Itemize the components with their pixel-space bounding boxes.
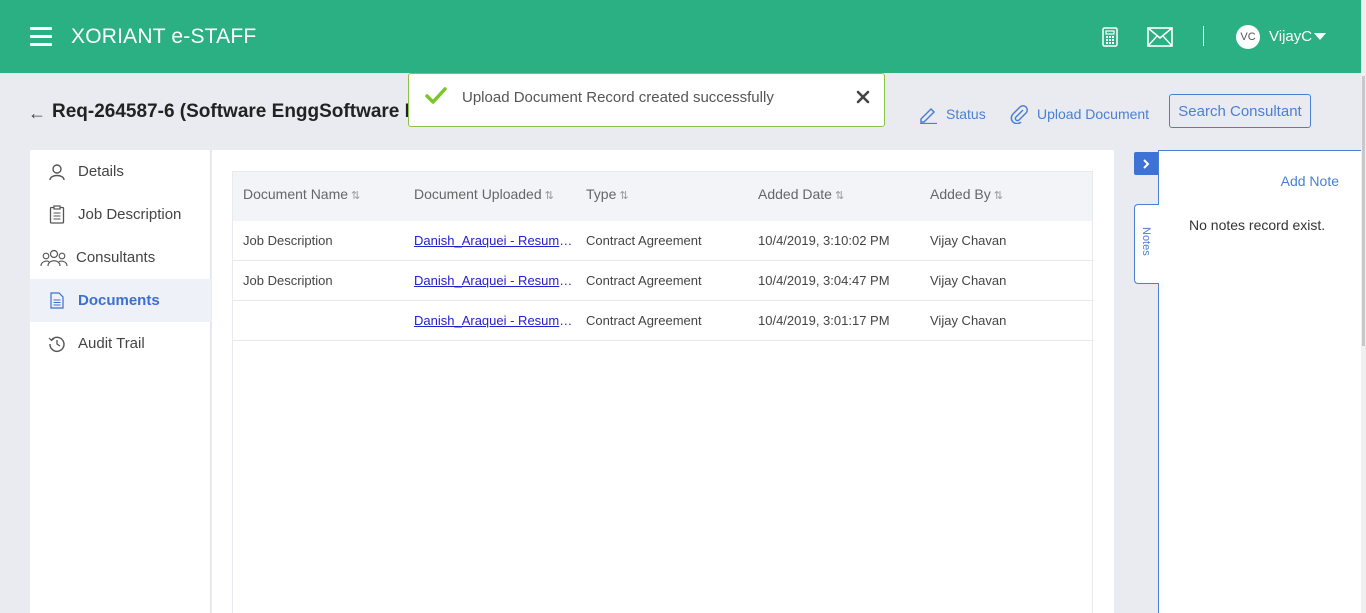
table-row: Job Description Danish_Araquei - Resume.…: [233, 221, 1092, 261]
documents-table: Document Name ⇅ Document Uploaded ⇅ Type ⇅ …: [232, 171, 1093, 613]
sort-icon: ⇅: [834, 190, 845, 202]
top-header-bar: XORIANT e-STAFF VC VijayC: [0, 0, 1361, 73]
pencil-icon: [920, 107, 937, 124]
notes-tab-label: Notes: [1140, 227, 1152, 256]
cell-document-link[interactable]: Danish_Araquei - Resume...: [414, 273, 576, 288]
no-notes-message: No notes record exist.: [1189, 217, 1326, 233]
cell-added-date: 10/4/2019, 3:10:02 PM: [758, 233, 890, 248]
status-label: Status: [946, 106, 986, 122]
cell-type: Contract Agreement: [586, 233, 702, 248]
column-header-type[interactable]: Type ⇅: [586, 186, 629, 202]
notes-collapse-button[interactable]: [1134, 152, 1158, 175]
sidebar-item-documents[interactable]: Documents: [30, 279, 211, 322]
cell-document-link[interactable]: Danish_Araquei - Resume...: [414, 313, 576, 328]
column-header-added-date[interactable]: Added Date ⇅: [758, 186, 844, 202]
cell-document-name: Job Description: [243, 273, 333, 288]
sidebar-item-job-description[interactable]: Job Description: [30, 193, 211, 236]
table-row: Job Description Danish_Araquei - Resume.…: [233, 261, 1092, 301]
scrollbar-thumb[interactable]: [1362, 76, 1365, 346]
cell-added-date: 10/4/2019, 3:01:17 PM: [758, 313, 890, 328]
cell-added-by: Vijay Chavan: [930, 233, 1007, 248]
success-toast: Upload Document Record created successfu…: [408, 73, 885, 127]
cell-type: Contract Agreement: [586, 273, 702, 288]
upload-document-label: Upload Document: [1037, 106, 1150, 122]
search-consultant-button[interactable]: Search Consultant: [1169, 94, 1311, 128]
hamburger-menu-icon[interactable]: [30, 27, 52, 46]
add-note-link[interactable]: Add Note: [1281, 173, 1339, 189]
cell-document-name: Job Description: [243, 233, 333, 248]
sidebar-item-label: Job Description: [78, 206, 182, 223]
calculator-icon[interactable]: [1102, 27, 1118, 47]
toast-message: Upload Document Record created successfu…: [462, 89, 774, 106]
chevron-right-icon: [1143, 158, 1150, 169]
paperclip-icon: [1010, 105, 1028, 124]
notes-panel: Add Note No notes record exist.: [1158, 150, 1361, 613]
table-row: Danish_Araquei - Resume... Contract Agre…: [233, 301, 1092, 341]
status-button[interactable]: Status: [918, 104, 986, 124]
mail-icon[interactable]: [1147, 27, 1173, 47]
sort-icon: ⇅: [993, 190, 1003, 202]
cell-added-by: Vijay Chavan: [930, 273, 1007, 288]
sidebar-item-consultants[interactable]: Consultants: [30, 236, 211, 279]
sort-icon: ⇅: [619, 190, 629, 202]
users-icon: [40, 247, 68, 269]
notes-tab[interactable]: Notes: [1134, 204, 1159, 284]
avatar[interactable]: VC: [1236, 25, 1260, 49]
header-separator: [1203, 26, 1204, 46]
column-header-document-uploaded[interactable]: Document Uploaded ⇅: [414, 186, 554, 202]
sidebar-item-label: Audit Trail: [78, 335, 145, 352]
column-header-document-name[interactable]: Document Name ⇅: [243, 186, 360, 202]
main-content: Document Name ⇅ Document Uploaded ⇅ Type ⇅ …: [212, 150, 1114, 613]
cell-type: Contract Agreement: [586, 313, 702, 328]
checkmark-icon: [425, 87, 447, 104]
cell-document-link[interactable]: Danish_Araquei - Resume...: [414, 233, 576, 248]
back-arrow-icon[interactable]: ←: [28, 103, 46, 124]
sidebar-item-label: Details: [78, 163, 124, 180]
chevron-down-icon[interactable]: [1314, 33, 1326, 40]
page-title: Req-264587-6 (Software EnggSoftware E: [52, 101, 412, 122]
document-icon: [46, 290, 68, 312]
close-icon[interactable]: [855, 89, 871, 105]
cell-added-by: Vijay Chavan: [930, 313, 1007, 328]
user-name[interactable]: VijayC: [1269, 28, 1312, 45]
page-scrollbar[interactable]: [1361, 0, 1366, 613]
sort-icon: ⇅: [351, 190, 361, 202]
sidebar-item-label: Consultants: [76, 249, 156, 266]
cell-added-date: 10/4/2019, 3:04:47 PM: [758, 273, 890, 288]
left-sidebar: Details Job Description Consultants Docu…: [30, 150, 211, 613]
sort-icon: ⇅: [544, 190, 554, 202]
sidebar-item-label: Documents: [78, 292, 160, 309]
history-icon: [46, 333, 68, 355]
user-icon: [46, 161, 68, 183]
table-header: Document Name ⇅ Document Uploaded ⇅ Type ⇅ …: [233, 172, 1092, 221]
sidebar-item-details[interactable]: Details: [30, 150, 211, 193]
upload-document-button[interactable]: Upload Document: [1009, 104, 1149, 124]
brand-title: XORIANT e-STAFF: [71, 25, 257, 48]
column-header-added-by[interactable]: Added By ⇅: [930, 186, 1003, 202]
clipboard-icon: [46, 204, 68, 226]
sidebar-item-audit-trail[interactable]: Audit Trail: [30, 322, 211, 365]
